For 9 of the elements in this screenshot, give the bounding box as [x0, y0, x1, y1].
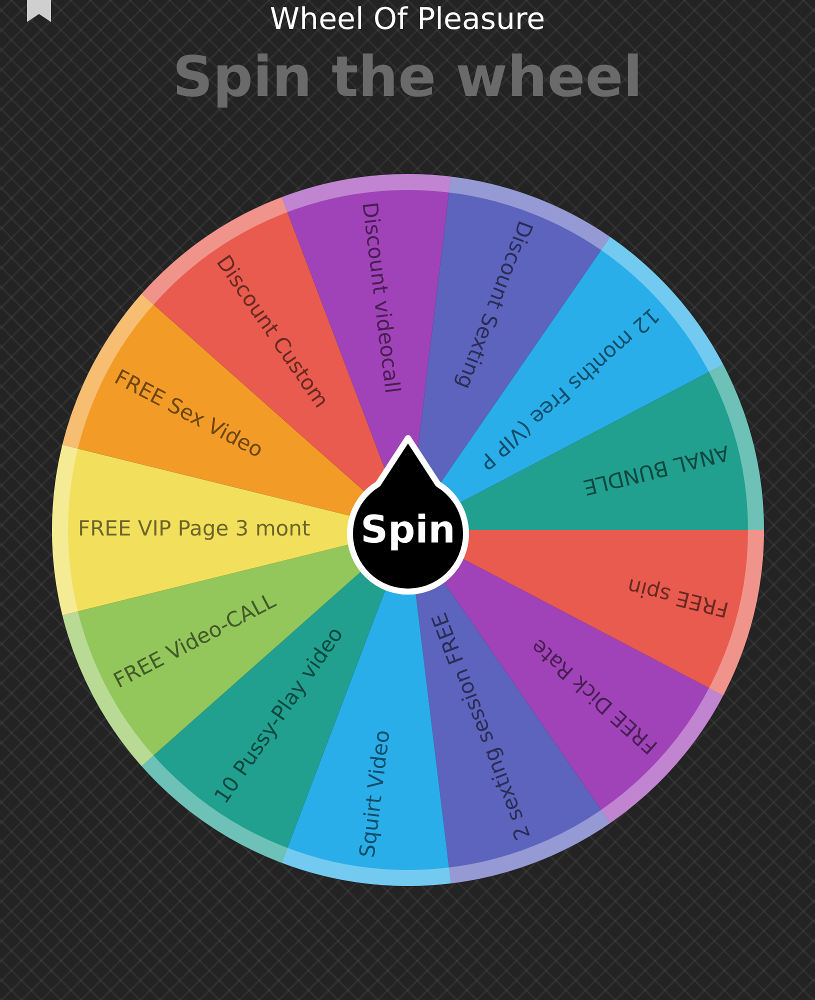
segment-label: FREE spin [624, 574, 730, 622]
segment-label: FREE VIP Page 3 mont [78, 516, 310, 541]
segment-label: Squirt Video [354, 728, 394, 859]
segment-label: ANAL BUNDLE [580, 440, 732, 500]
segment-label: Discount videocall [357, 200, 404, 395]
heading: Spin the wheel [172, 45, 642, 110]
spin-button[interactable]: Spin [346, 435, 468, 595]
bookmark-icon[interactable] [24, 0, 54, 24]
page-title: Wheel Of Pleasure [270, 2, 546, 37]
